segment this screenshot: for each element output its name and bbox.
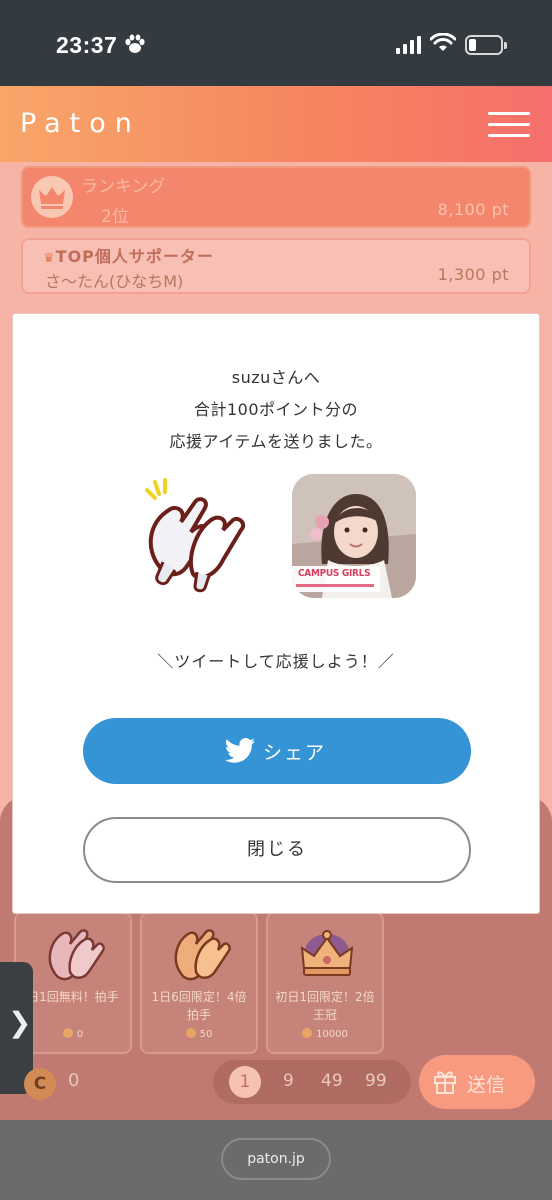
wifi-icon bbox=[430, 33, 456, 51]
gift-item-label: 初日1回限定！2倍王冠 bbox=[275, 990, 375, 1022]
crown-icon bbox=[300, 930, 354, 976]
clap-icon bbox=[48, 929, 105, 981]
chevron-right-icon: ❯ bbox=[8, 1006, 32, 1039]
recipient-photo: CAMPUS GIRLS bbox=[292, 474, 416, 598]
share-button-label: シェア bbox=[263, 742, 327, 764]
ranking-position: 2位 bbox=[101, 207, 129, 227]
top-supporter-card[interactable]: ♛TOP個人サポーター さ〜たん(ひなちM) 1,300 pt bbox=[21, 238, 531, 294]
hamburger-menu-icon[interactable] bbox=[488, 110, 530, 138]
dialog-points-line: 合計100ポイント分の bbox=[193, 400, 359, 419]
ranking-card[interactable]: ランキング 2位 8,100 pt bbox=[21, 166, 531, 228]
top-supporter-points: 1,300 pt bbox=[437, 265, 509, 284]
gift-item-4x-clap[interactable]: 1日6回限定！4倍拍手 50 bbox=[140, 912, 258, 1054]
coin-icon: C bbox=[24, 1068, 56, 1100]
ranking-title: ランキング bbox=[81, 177, 166, 197]
battery-icon bbox=[465, 35, 507, 55]
gift-item-label: 日1回無料！拍手 bbox=[27, 990, 119, 1004]
signal-icon bbox=[396, 36, 421, 54]
gift-item-label: 1日6回限定！4倍拍手 bbox=[151, 990, 247, 1022]
status-bar: 23:37 bbox=[0, 0, 552, 86]
gift-item-price: 0 bbox=[16, 1028, 130, 1040]
paw-icon bbox=[125, 34, 145, 53]
dialog-sent-line: 応援アイテムを送りました。 bbox=[169, 432, 383, 451]
clap-icon bbox=[174, 929, 231, 981]
gift-item-price: 10000 bbox=[268, 1028, 382, 1040]
app-header: Paton bbox=[0, 86, 552, 162]
status-time: 23:37 bbox=[56, 32, 118, 58]
ranking-points: 8,100 pt bbox=[437, 200, 509, 219]
coin-balance: 0 bbox=[68, 1070, 80, 1091]
send-button[interactable]: 送信 bbox=[419, 1055, 535, 1109]
dialog-recipient: suzuさんへ bbox=[231, 368, 321, 387]
twitter-bird-icon bbox=[225, 738, 255, 763]
app-logo[interactable]: Paton bbox=[20, 108, 141, 139]
crown-icon: ♛ bbox=[43, 251, 56, 266]
quantity-selector: 1 9 49 99 bbox=[213, 1060, 411, 1104]
quantity-option-9[interactable]: 9 bbox=[283, 1071, 294, 1091]
coin-icon bbox=[185, 1028, 196, 1038]
gift-item-2x-crown[interactable]: 初日1回限定！2倍王冠 10000 bbox=[266, 912, 384, 1054]
quantity-option-49[interactable]: 49 bbox=[321, 1071, 343, 1091]
tweet-prompt: ＼ツイートして応援しよう！／ bbox=[157, 652, 395, 671]
crown-icon bbox=[31, 176, 73, 218]
coin-icon bbox=[302, 1028, 313, 1038]
send-button-label: 送信 bbox=[467, 1074, 506, 1096]
photo-caption: CAMPUS GIRLS bbox=[298, 568, 371, 579]
coin-icon bbox=[62, 1028, 73, 1038]
quantity-option-99[interactable]: 99 bbox=[365, 1071, 387, 1091]
top-supporter-title: ♛TOP個人サポーター bbox=[43, 247, 214, 266]
share-button[interactable]: シェア bbox=[83, 718, 471, 784]
gift-icon bbox=[434, 1071, 456, 1094]
close-button[interactable]: 閉じる bbox=[83, 817, 471, 883]
quantity-option-1[interactable]: 1 bbox=[229, 1066, 261, 1098]
url-bar[interactable]: paton.jp bbox=[221, 1138, 331, 1180]
gift-sent-dialog: suzuさんへ 合計100ポイント分の 応援アイテムを送りました。 CAMPUS… bbox=[12, 313, 540, 914]
top-supporter-name: さ〜たん(ひなちM) bbox=[45, 272, 184, 291]
gift-item-price: 50 bbox=[142, 1028, 256, 1040]
clap-icon bbox=[145, 478, 246, 593]
